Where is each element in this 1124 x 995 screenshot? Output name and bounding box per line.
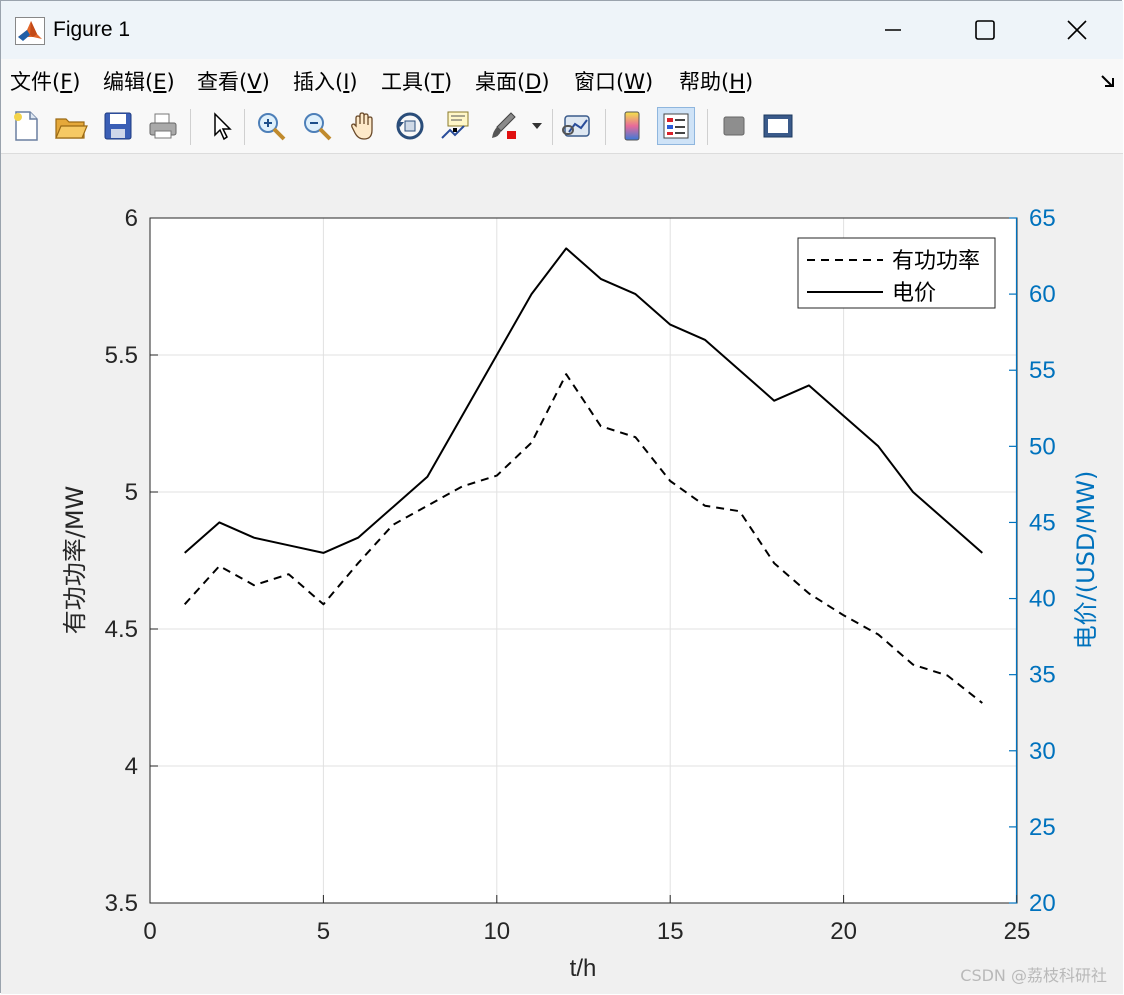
y-tick-label-right: 35 [1029, 662, 1056, 689]
hide-plot-tools-button[interactable] [715, 107, 753, 145]
close-button[interactable] [1031, 1, 1123, 59]
insert-colorbar-button[interactable] [613, 107, 651, 145]
zoom-in-button[interactable] [252, 107, 290, 145]
link-plot-icon [562, 115, 590, 137]
toolbar-separator [707, 109, 708, 145]
y-tick-label-left: 4 [125, 753, 138, 780]
toolbar-separator [552, 109, 553, 145]
minimize-button[interactable] [847, 1, 939, 59]
menu-window[interactable]: 窗口(W) [574, 66, 653, 96]
menu-file[interactable]: 文件(F) [10, 66, 81, 96]
x-tick-label: 25 [1004, 918, 1031, 945]
show-plot-tools-button[interactable] [759, 107, 797, 145]
rotate-3d-button[interactable] [391, 107, 429, 145]
x-axis-label: t/h [570, 955, 597, 982]
colorbar-icon [624, 111, 640, 141]
x-tick-label: 15 [657, 918, 684, 945]
figure-canvas: 0 5 10 15 20 25 3.5 4 4.5 5 5.5 6 20 25 30 35 40 45 50 55 60… [1, 154, 1123, 994]
menu-desktop[interactable]: 桌面(D) [475, 66, 550, 96]
hide-plot-tools-icon [723, 116, 745, 136]
y-tick-label-right: 30 [1029, 738, 1056, 765]
legend-label-series-1: 有功功率 [892, 249, 980, 274]
maximize-icon [975, 20, 995, 40]
y-axis-label-right: 电价/(USD/MW) [1072, 471, 1100, 650]
zoom-in-icon [258, 113, 286, 141]
maximize-button[interactable] [939, 1, 1031, 59]
pan-button[interactable] [345, 107, 383, 145]
title-bar: Figure 1 [1, 1, 1123, 59]
menu-tools[interactable]: 工具(T) [381, 66, 452, 96]
y-tick-label-right: 55 [1029, 357, 1056, 384]
close-icon [1067, 20, 1087, 40]
y-tick-label-left: 4.5 [105, 616, 138, 643]
legend-icon [663, 113, 689, 139]
brush-button[interactable] [484, 107, 522, 145]
y-tick-label-right: 25 [1029, 814, 1056, 841]
x-tick-label: 5 [317, 918, 330, 945]
x-tick-label: 0 [143, 918, 156, 945]
x-tick-label: 20 [830, 918, 857, 945]
figure-window: Figure 1 文件(F) 编辑(E) 查看(V) 插入(I) 工具(T) 桌… [0, 0, 1123, 994]
brush-icon [492, 112, 516, 139]
y-tick-label-right: 20 [1029, 890, 1056, 917]
chart: 0 5 10 15 20 253.544.555.56202530354045505560… [61, 205, 1100, 982]
menu-edit[interactable]: 编辑(E) [103, 66, 175, 96]
brush-dropdown[interactable] [526, 107, 548, 145]
y-axis-label-left: 有功功率/MW [61, 486, 89, 635]
watermark: CSDN @荔枝科研社 [960, 966, 1107, 985]
menu-insert[interactable]: 插入(I) [293, 66, 358, 96]
data-cursor-icon [441, 111, 469, 139]
toolbar-separator [605, 109, 606, 145]
new-file-icon [14, 111, 38, 141]
pointer-icon [214, 112, 232, 141]
open-folder-icon [55, 118, 88, 139]
legend-label-series-2: 电价 [892, 281, 936, 306]
y-tick-label-left: 3.5 [105, 890, 138, 917]
dropdown-arrow-icon [532, 123, 542, 129]
y-tick-label-left: 5.5 [105, 342, 138, 369]
minimize-icon [885, 29, 901, 31]
link-plot-button[interactable] [559, 107, 597, 145]
insert-legend-button[interactable] [657, 107, 695, 145]
legend[interactable]: 有功功率 电价 [797, 237, 996, 309]
toolbar-separator [190, 109, 191, 145]
zoom-out-button[interactable] [298, 107, 336, 145]
window-title: Figure 1 [53, 18, 131, 41]
y-tick-label-right: 45 [1029, 509, 1056, 536]
x-tick-label: 10 [483, 918, 510, 945]
menu-view[interactable]: 查看(V) [197, 66, 270, 96]
save-icon [104, 112, 132, 140]
matlab-logo-icon [15, 17, 45, 45]
toolbar-separator [244, 109, 245, 145]
y-tick-label-right: 50 [1029, 433, 1056, 460]
open-file-button[interactable] [52, 107, 90, 145]
y-tick-label-left: 5 [125, 479, 138, 506]
print-icon [149, 113, 177, 139]
save-button[interactable] [99, 107, 137, 145]
zoom-out-icon [304, 113, 332, 141]
y-tick-label-right: 40 [1029, 586, 1056, 613]
figure-toolbar [1, 101, 1123, 154]
rotate-3d-icon [396, 112, 424, 140]
edit-plot-button[interactable] [201, 107, 239, 145]
pan-hand-icon [351, 112, 373, 140]
menu-help[interactable]: 帮助(H) [679, 66, 753, 96]
menu-bar: 文件(F) 编辑(E) 查看(V) 插入(I) 工具(T) 桌面(D) 窗口(W… [1, 59, 1123, 101]
plot-area[interactable] [150, 218, 1017, 903]
print-button[interactable] [144, 107, 182, 145]
y-tick-label-left: 6 [125, 205, 138, 232]
dock-arrow-icon[interactable] [1099, 71, 1117, 89]
show-plot-tools-icon [763, 114, 793, 138]
y-tick-label-right: 60 [1029, 281, 1056, 308]
new-figure-button[interactable] [7, 107, 45, 145]
y-tick-label-right: 65 [1029, 205, 1056, 232]
data-cursor-button[interactable] [437, 107, 475, 145]
